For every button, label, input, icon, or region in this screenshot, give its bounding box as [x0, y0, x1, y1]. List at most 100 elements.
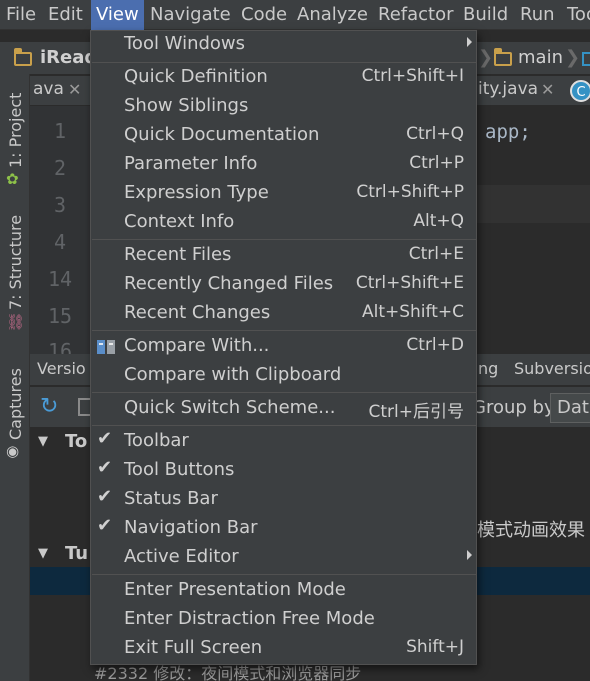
camera-icon: ◉	[6, 442, 20, 460]
menu-item-label: Navigation Bar	[124, 517, 258, 538]
menu-item-label: Recent Changes	[124, 302, 271, 323]
menu-shortcut: Ctrl+D	[406, 335, 464, 355]
menu-item-show-siblings[interactable]: Show Siblings	[91, 93, 476, 122]
menu-shortcut: Shift+J	[406, 637, 464, 657]
menu-refactor[interactable]: Refactor	[378, 0, 454, 30]
menu-shortcut: Ctrl+Q	[406, 124, 464, 144]
menu-item-label: Tool Windows	[124, 33, 246, 54]
editor-tab-activity[interactable]: ity.java	[478, 79, 538, 99]
chevron-right-icon: ❯	[565, 47, 581, 68]
menu-item-navigation-bar[interactable]: ✔ Navigation Bar	[91, 515, 476, 544]
editor-tab-left[interactable]: ava	[33, 79, 64, 99]
menu-shortcut: Ctrl+Shift+P	[356, 182, 464, 202]
menu-build[interactable]: Build	[463, 0, 508, 30]
menu-item-label: Parameter Info	[124, 153, 258, 174]
menu-code[interactable]: Code	[241, 0, 287, 30]
menu-item-tool-buttons[interactable]: ✔ Tool Buttons	[91, 457, 476, 486]
menu-tools[interactable]: Too	[567, 0, 590, 30]
menu-item-label: Exit Full Screen	[124, 637, 263, 658]
menu-navigate[interactable]: Navigate	[150, 0, 231, 30]
menu-item-quick-documentation[interactable]: Quick Documentation Ctrl+Q	[91, 122, 476, 151]
nav-project[interactable]: iRead	[40, 47, 97, 68]
tool-window-project[interactable]: 1: Project	[6, 93, 25, 168]
menu-item-distraction-free-mode[interactable]: Enter Distraction Free Mode	[91, 606, 476, 635]
submenu-arrow-icon	[467, 550, 472, 560]
checkmark-icon: ✔	[97, 486, 113, 507]
structure-icon: ⛓	[6, 313, 26, 331]
commit-description: 模式动画效果	[477, 520, 585, 541]
checkmark-icon: ✔	[97, 515, 113, 536]
menu-item-recent-files[interactable]: Recent Files Ctrl+E	[91, 242, 476, 271]
tab-version-control[interactable]: Versio	[37, 359, 86, 378]
chevron-right-icon: ❯	[478, 47, 494, 68]
menu-item-label: Quick Documentation	[124, 124, 320, 145]
menu-bar: File Edit View Navigate Code Analyze Ref…	[0, 0, 590, 30]
close-icon[interactable]: ✕	[541, 80, 554, 99]
expand-arrow-icon[interactable]: ▼	[38, 546, 48, 561]
menu-item-toolbar[interactable]: ✔ Toolbar	[91, 428, 476, 457]
line-number: 14	[47, 267, 73, 291]
menu-item-label: Enter Distraction Free Mode	[124, 608, 375, 629]
folder-icon	[14, 48, 32, 66]
menu-run[interactable]: Run	[520, 0, 555, 30]
menu-item-compare-with-clipboard[interactable]: Compare with Clipboard	[91, 362, 476, 391]
menu-item-compare-with[interactable]: Compare With... Ctrl+D	[91, 333, 476, 362]
menu-separator	[92, 239, 477, 240]
menu-separator	[92, 62, 477, 63]
tool-window-captures[interactable]: Captures	[6, 368, 25, 440]
menu-item-label: Tool Buttons	[124, 459, 235, 480]
menu-item-expression-type[interactable]: Expression Type Ctrl+Shift+P	[91, 180, 476, 209]
menu-item-status-bar[interactable]: ✔ Status Bar	[91, 486, 476, 515]
tab-subversion[interactable]: Subversion	[514, 359, 590, 378]
menu-item-context-info[interactable]: Context Info Alt+Q	[91, 209, 476, 238]
group-by-select[interactable]: Date	[550, 393, 590, 423]
tree-node[interactable]: To	[65, 431, 87, 452]
menu-item-quick-definition[interactable]: Quick Definition Ctrl+Shift+I	[91, 64, 476, 93]
refresh-icon[interactable]: ↻	[40, 394, 58, 419]
submenu-arrow-icon	[467, 37, 472, 47]
menu-file[interactable]: File	[6, 0, 36, 30]
line-number: 3	[53, 193, 67, 217]
menu-shortcut: Ctrl+P	[409, 153, 464, 173]
checkmark-icon: ✔	[97, 428, 113, 449]
menu-shortcut: Ctrl+Shift+I	[361, 66, 464, 86]
menu-shortcut: Ctrl+后引号	[368, 402, 465, 422]
expand-arrow-icon[interactable]: ▼	[38, 434, 48, 449]
android-icon: ✿	[6, 170, 19, 188]
menu-shortcut: Ctrl+Shift+E	[355, 273, 464, 293]
menu-item-presentation-mode[interactable]: Enter Presentation Mode	[91, 577, 476, 606]
menu-item-exit-full-screen[interactable]: Exit Full Screen Shift+J	[91, 635, 476, 664]
menu-item-recent-changes[interactable]: Recent Changes Alt+Shift+C	[91, 300, 476, 329]
menu-item-tool-windows[interactable]: Tool Windows	[91, 31, 476, 60]
tool-window-structure[interactable]: 7: Structure	[6, 215, 25, 310]
menu-item-label: Active Editor	[124, 546, 239, 567]
menu-analyze[interactable]: Analyze	[297, 0, 368, 30]
menu-item-label: Recent Files	[124, 244, 232, 265]
folder-icon	[494, 48, 512, 66]
line-number: 15	[47, 304, 73, 328]
group-by-label: Group by	[472, 397, 555, 418]
menu-separator	[92, 392, 477, 393]
menu-edit[interactable]: Edit	[48, 0, 83, 30]
checkmark-icon: ✔	[97, 457, 113, 478]
menu-item-label: Quick Definition	[124, 66, 268, 87]
tree-node[interactable]: Tu	[65, 543, 88, 564]
menu-view[interactable]: View	[91, 0, 144, 30]
nav-folder-main[interactable]: main	[518, 47, 563, 68]
close-icon[interactable]: ✕	[68, 80, 81, 99]
menu-item-parameter-info[interactable]: Parameter Info Ctrl+P	[91, 151, 476, 180]
menu-item-recently-changed-files[interactable]: Recently Changed Files Ctrl+Shift+E	[91, 271, 476, 300]
menu-shortcut: Ctrl+E	[408, 244, 464, 264]
tab-logging[interactable]: ng	[478, 359, 498, 378]
menu-item-label: Compare With...	[124, 335, 270, 356]
menu-item-quick-switch-scheme[interactable]: Quick Switch Scheme... Ctrl+后引号	[91, 395, 476, 424]
menu-item-label: Compare with Clipboard	[124, 364, 342, 385]
menu-item-label: Context Info	[124, 211, 235, 232]
menu-item-label: Toolbar	[124, 430, 189, 451]
view-menu-dropdown: Tool Windows Quick Definition Ctrl+Shift…	[90, 30, 477, 665]
menu-item-active-editor[interactable]: Active Editor	[91, 544, 476, 573]
toolbar-icon[interactable]	[78, 398, 90, 416]
package-icon	[582, 52, 590, 66]
menu-item-label: Recently Changed Files	[124, 273, 334, 294]
menu-shortcut: Alt+Q	[413, 211, 464, 231]
